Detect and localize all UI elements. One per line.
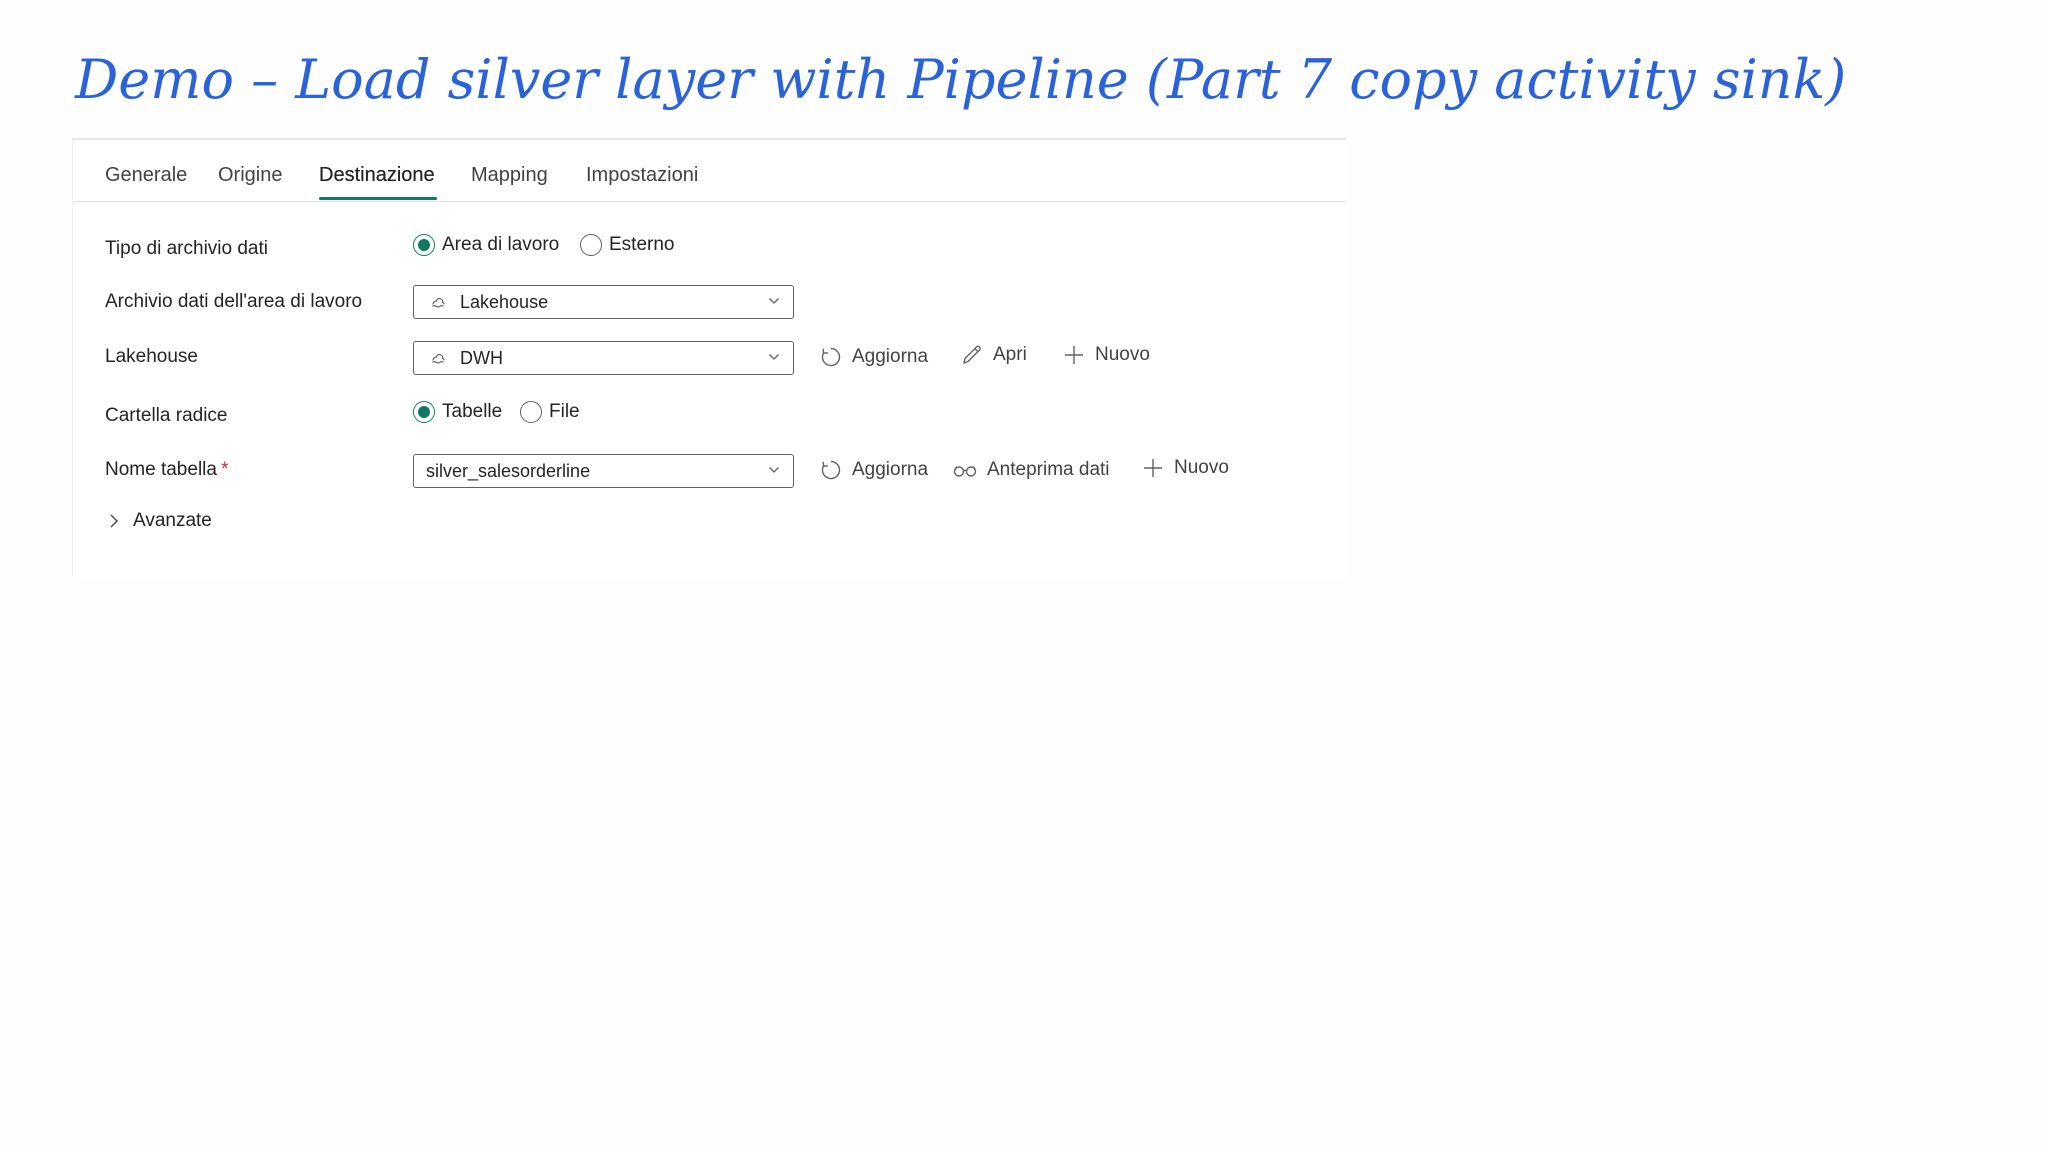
workspace-store-label: Archivio dati dell'area di lavoro <box>105 291 363 312</box>
chevron-down-icon <box>769 298 779 304</box>
preview-label: Anteprima dati <box>987 459 1110 480</box>
table-refresh-button[interactable]: Aggiorna <box>819 458 928 482</box>
lakehouse-open-button[interactable]: Apri <box>960 343 1027 367</box>
slide-title: Demo – Load silver layer with Pipeline (… <box>75 48 1847 111</box>
lakehouse-dropdown[interactable]: DWH <box>413 341 794 375</box>
radio-label: Area di lavoro <box>442 234 560 255</box>
pencil-icon <box>963 345 981 364</box>
dropdown-value: DWH <box>460 347 503 368</box>
radio-file[interactable]: File <box>520 401 580 423</box>
radio-tabelle[interactable]: Tabelle <box>413 401 502 423</box>
tab-origine[interactable]: Origine <box>218 162 282 188</box>
chevron-down-icon <box>769 354 779 360</box>
dropdown-value: silver_salesorderline <box>426 460 591 481</box>
radio-checked-indicator <box>413 401 435 423</box>
radio-label: Tabelle <box>442 401 503 422</box>
store-type-label: Tipo di archivio dati <box>105 238 268 259</box>
refresh-icon <box>821 460 841 480</box>
new-label: Nuovo <box>1174 457 1229 478</box>
radio-checked-indicator <box>413 234 435 256</box>
new-label: Nuovo <box>1095 344 1150 365</box>
tab-destinazione[interactable]: Destinazione <box>319 162 435 188</box>
lakehouse-new-button[interactable]: Nuovo <box>1062 343 1150 367</box>
refresh-label: Aggiorna <box>852 346 929 367</box>
table-new-button[interactable]: Nuovo <box>1141 456 1229 480</box>
root-folder-label: Cartella radice <box>105 405 228 426</box>
active-tab-indicator <box>319 197 437 200</box>
radio-label: Esterno <box>609 234 675 255</box>
radio-label: File <box>549 401 580 422</box>
radio-esterno[interactable]: Esterno <box>580 234 674 256</box>
glasses-icon <box>953 466 977 477</box>
required-marker: * <box>220 459 229 480</box>
radio-area-di-lavoro[interactable]: Area di lavoro <box>413 234 559 256</box>
radio-unchecked-indicator <box>520 401 542 423</box>
workspace-store-dropdown[interactable]: Lakehouse <box>413 285 794 319</box>
chevron-down-icon <box>769 467 779 473</box>
lakehouse-label: Lakehouse <box>105 346 198 367</box>
table-name-label: Nome tabella * <box>105 458 228 482</box>
tab-generale[interactable]: Generale <box>105 162 187 188</box>
open-label: Apri <box>993 344 1027 365</box>
radio-unchecked-indicator <box>580 234 602 256</box>
refresh-icon <box>821 347 841 367</box>
tab-bar: Generale Origine Destinazione Mapping Im… <box>73 140 1346 202</box>
plus-icon <box>1065 346 1083 364</box>
chevron-right-icon <box>110 514 118 528</box>
lakehouse-icon <box>432 297 445 308</box>
advanced-label: Avanzate <box>133 510 212 531</box>
copy-activity-sink-panel: Generale Origine Destinazione Mapping Im… <box>72 138 1346 578</box>
table-name-dropdown[interactable]: silver_salesorderline <box>413 454 794 488</box>
plus-icon <box>1144 459 1162 477</box>
table-name-label-text: Nome tabella <box>105 459 217 480</box>
tab-mapping[interactable]: Mapping <box>471 162 548 188</box>
tab-impostazioni[interactable]: Impostazioni <box>586 162 698 188</box>
advanced-expander[interactable]: Avanzate <box>107 510 212 532</box>
preview-data-button[interactable]: Anteprima dati <box>952 458 1110 482</box>
refresh-label: Aggiorna <box>852 459 929 480</box>
lakehouse-refresh-button[interactable]: Aggiorna <box>819 345 928 369</box>
dropdown-value: Lakehouse <box>460 291 549 312</box>
lakehouse-icon <box>432 353 445 364</box>
